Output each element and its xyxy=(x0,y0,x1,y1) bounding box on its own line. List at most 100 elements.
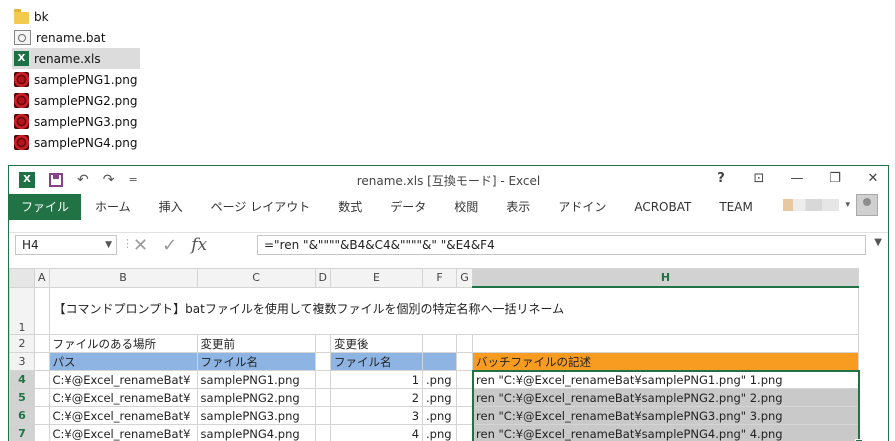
cell-f6[interactable]: .png xyxy=(423,407,457,425)
cell-c5[interactable]: samplePNG2.png xyxy=(197,389,315,407)
cell-b7[interactable]: C:¥@Excel_renameBat¥ xyxy=(49,425,197,441)
account-dropdown-icon[interactable]: ▾ xyxy=(845,200,850,210)
row-header[interactable]: 7 xyxy=(10,425,35,441)
cell-f5[interactable]: .png xyxy=(423,389,457,407)
column-header-a[interactable]: A xyxy=(35,269,50,288)
cell-e3[interactable]: ファイル名 xyxy=(331,353,423,371)
file-item-folder-bk[interactable]: bk xyxy=(12,6,140,27)
column-header-c[interactable]: C xyxy=(197,269,315,288)
column-header-b[interactable]: B xyxy=(49,269,197,288)
cell-c3[interactable]: ファイル名 xyxy=(197,353,315,371)
file-item-samplepng1[interactable]: samplePNG1.png xyxy=(12,69,140,90)
file-item-samplepng4[interactable]: samplePNG4.png xyxy=(12,132,140,153)
row-header[interactable]: 2 xyxy=(10,335,35,353)
cell-c2[interactable]: 変更前 xyxy=(197,335,315,353)
cell-h6[interactable]: ren "C:¥@Excel_renameBat¥samplePNG3.png"… xyxy=(473,407,859,425)
column-header-e[interactable]: E xyxy=(331,269,423,288)
cell-g2[interactable] xyxy=(457,335,473,353)
tab-home[interactable]: ホーム xyxy=(81,194,145,220)
insert-function-icon[interactable]: fx xyxy=(191,235,207,256)
tab-addins[interactable]: アドイン xyxy=(544,194,620,220)
column-header-f[interactable]: F xyxy=(423,269,457,288)
enter-icon[interactable]: ✓ xyxy=(162,235,177,256)
cell-b5[interactable]: C:¥@Excel_renameBat¥ xyxy=(49,389,197,407)
file-item-rename-bat[interactable]: rename.bat xyxy=(12,27,140,48)
worksheet-grid[interactable]: A B C D E F G H 1 【コマンドプロンプト】batファイルを使用し… xyxy=(9,268,888,441)
formula-input[interactable]: ="ren "&""""&B4&C4&""""&" "&E4&F4 xyxy=(257,235,866,255)
row-header[interactable]: 4 xyxy=(10,371,35,389)
cell-g7[interactable] xyxy=(457,425,473,441)
row-header[interactable]: 5 xyxy=(10,389,35,407)
cell-e7[interactable]: 4 xyxy=(331,425,423,441)
cell-d3[interactable] xyxy=(315,353,330,371)
file-item-samplepng3[interactable]: samplePNG3.png xyxy=(12,111,140,132)
cell-f4[interactable]: .png xyxy=(423,371,457,389)
help-icon[interactable]: ? xyxy=(712,169,730,189)
cell-a6[interactable] xyxy=(35,407,50,425)
avatar[interactable] xyxy=(856,194,878,216)
cell-a5[interactable] xyxy=(35,389,50,407)
cell-c4[interactable]: samplePNG1.png xyxy=(197,371,315,389)
name-box-dropdown-icon[interactable]: ▼ xyxy=(105,236,112,254)
name-box[interactable]: H4 ▼ xyxy=(15,235,117,255)
cell-f2[interactable] xyxy=(423,335,457,353)
cell-d6[interactable] xyxy=(315,407,330,425)
cell-d2[interactable] xyxy=(315,335,330,353)
cell-a3[interactable] xyxy=(35,353,50,371)
cell-g3[interactable] xyxy=(457,353,473,371)
cell-d5[interactable] xyxy=(315,389,330,407)
cell-h7[interactable]: ren "C:¥@Excel_renameBat¥samplePNG4.png"… xyxy=(473,425,859,441)
cell-b4[interactable]: C:¥@Excel_renameBat¥ xyxy=(49,371,197,389)
select-all-corner[interactable] xyxy=(10,269,35,288)
tab-file[interactable]: ファイル xyxy=(9,194,81,220)
row-header[interactable]: 1 xyxy=(10,287,35,335)
column-header-d[interactable]: D xyxy=(315,269,330,288)
cell-e6[interactable]: 3 xyxy=(331,407,423,425)
cell-d7[interactable] xyxy=(315,425,330,441)
expand-formula-bar-icon[interactable]: ▼ xyxy=(874,237,882,248)
file-item-samplepng2[interactable]: samplePNG2.png xyxy=(12,90,140,111)
column-header-g[interactable]: G xyxy=(457,269,473,288)
cancel-icon[interactable]: ✕ xyxy=(133,235,148,256)
row-header[interactable]: 6 xyxy=(10,407,35,425)
column-header-h[interactable]: H xyxy=(473,269,859,288)
tab-team[interactable]: TEAM xyxy=(705,194,766,220)
close-icon[interactable]: ✕ xyxy=(864,169,882,189)
cell-g4[interactable] xyxy=(457,371,473,389)
row-header[interactable]: 3 xyxy=(10,353,35,371)
cell-a1[interactable] xyxy=(35,287,50,335)
cell-b2[interactable]: ファイルのある場所 xyxy=(49,335,197,353)
cell-c7[interactable]: samplePNG4.png xyxy=(197,425,315,441)
cell-f3[interactable] xyxy=(423,353,457,371)
cell-g6[interactable] xyxy=(457,407,473,425)
cell-e2[interactable]: 変更後 xyxy=(331,335,423,353)
cell-e4[interactable]: 1 xyxy=(331,371,423,389)
tab-page-layout[interactable]: ページ レイアウト xyxy=(197,194,325,220)
minimize-icon[interactable]: — xyxy=(788,169,806,189)
cell-f7[interactable]: .png xyxy=(423,425,457,441)
cell-h5[interactable]: ren "C:¥@Excel_renameBat¥samplePNG2.png"… xyxy=(473,389,859,407)
cell-g5[interactable] xyxy=(457,389,473,407)
cell-a2[interactable] xyxy=(35,335,50,353)
cell-e5[interactable]: 2 xyxy=(331,389,423,407)
tab-data[interactable]: データ xyxy=(376,194,440,220)
tab-acrobat[interactable]: ACROBAT xyxy=(620,194,705,220)
account-area[interactable]: ▾ xyxy=(783,194,878,216)
cell-c6[interactable]: samplePNG3.png xyxy=(197,407,315,425)
cell-d4[interactable] xyxy=(315,371,330,389)
cell-b6[interactable]: C:¥@Excel_renameBat¥ xyxy=(49,407,197,425)
cell-h4-active[interactable]: ren "C:¥@Excel_renameBat¥samplePNG1.png"… xyxy=(473,371,859,389)
cell-h2[interactable] xyxy=(473,335,859,353)
tab-formulas[interactable]: 数式 xyxy=(324,194,376,220)
restore-icon[interactable]: ❐ xyxy=(826,169,844,189)
cell-a4[interactable] xyxy=(35,371,50,389)
cell-a7[interactable] xyxy=(35,425,50,441)
ribbon-display-icon[interactable]: ⊡ xyxy=(750,169,768,189)
file-item-rename-xls[interactable]: X rename.xls xyxy=(12,48,140,69)
cell-b3[interactable]: パス xyxy=(49,353,197,371)
cell-h3[interactable]: バッチファイルの記述 xyxy=(473,353,859,371)
tab-review[interactable]: 校閲 xyxy=(440,194,492,220)
tab-insert[interactable]: 挿入 xyxy=(145,194,197,220)
tab-view[interactable]: 表示 xyxy=(492,194,544,220)
cell-b1-title[interactable]: 【コマンドプロンプト】batファイルを使用して複数ファイルを個別の特定名称へ一括… xyxy=(49,287,858,335)
